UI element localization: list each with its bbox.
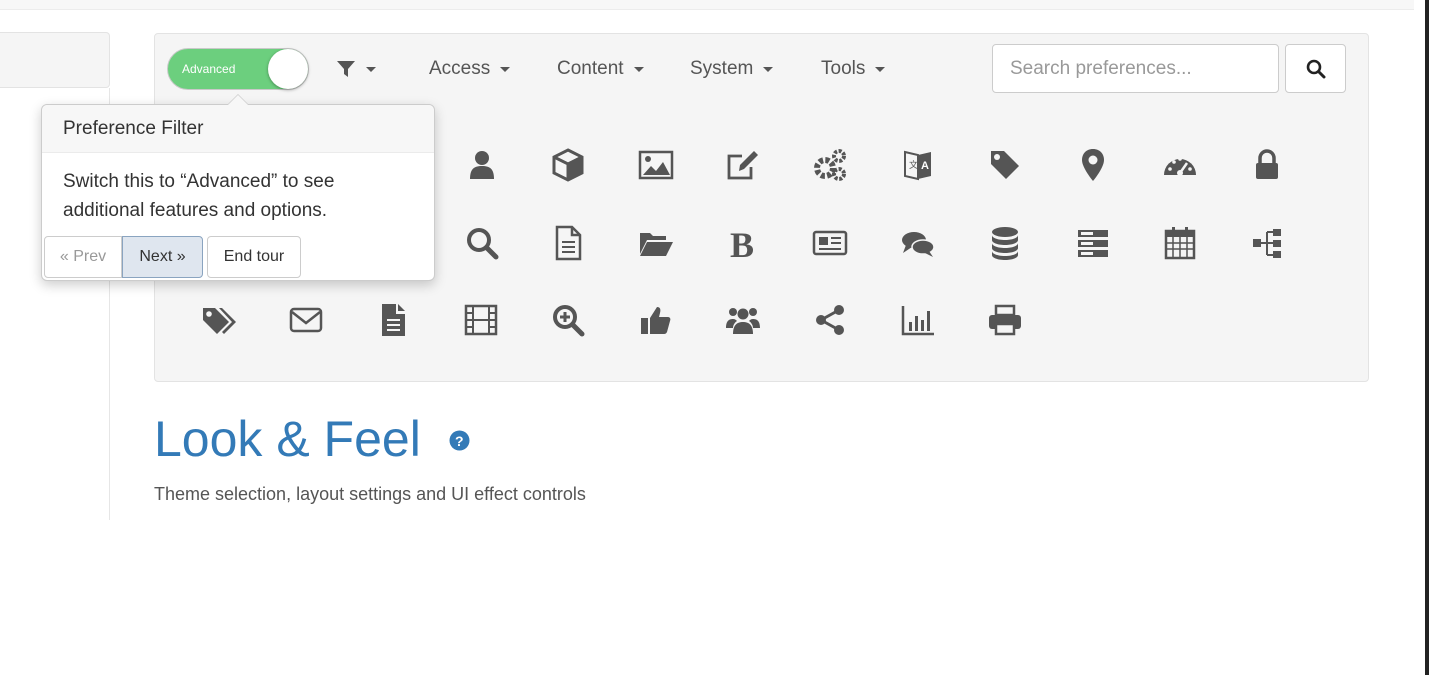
bar-chart-icon[interactable] bbox=[894, 296, 942, 344]
edit-icon[interactable] bbox=[719, 141, 767, 189]
toggle-label: Advanced bbox=[182, 62, 236, 76]
svg-text:?: ? bbox=[455, 433, 464, 449]
search-icon bbox=[1306, 59, 1325, 78]
cube-icon[interactable] bbox=[544, 141, 592, 189]
page-title: Look & Feel bbox=[154, 411, 421, 467]
tag-icon[interactable] bbox=[981, 141, 1029, 189]
popover-title: Preference Filter bbox=[42, 105, 434, 153]
chevron-down-icon bbox=[633, 66, 644, 72]
filter-dropdown[interactable] bbox=[336, 56, 376, 82]
prev-button[interactable]: « Prev bbox=[44, 236, 122, 278]
menu-content-label: Content bbox=[557, 58, 624, 79]
print-icon[interactable] bbox=[981, 296, 1029, 344]
database-icon[interactable] bbox=[981, 219, 1029, 267]
chevron-down-icon bbox=[875, 66, 886, 72]
bold-icon[interactable]: B bbox=[719, 219, 767, 267]
menu-tools-label: Tools bbox=[821, 58, 866, 79]
chevron-down-icon bbox=[763, 66, 774, 72]
share-icon[interactable] bbox=[806, 296, 854, 344]
next-button[interactable]: Next » bbox=[122, 236, 203, 278]
svg-text:B: B bbox=[730, 225, 754, 261]
menu-content[interactable]: Content bbox=[557, 56, 644, 82]
popover-content: Switch this to “Advanced” to see additio… bbox=[63, 171, 335, 221]
map-marker-icon[interactable] bbox=[1069, 141, 1117, 189]
sitemap-icon[interactable] bbox=[1243, 219, 1291, 267]
menu-system-label: System bbox=[690, 58, 754, 79]
tour-popover: Preference Filter Switch this to “Advanc… bbox=[41, 94, 435, 281]
tags-icon[interactable] bbox=[195, 296, 243, 344]
toggle-knob bbox=[268, 49, 308, 89]
filter-icon bbox=[337, 61, 355, 77]
svg-text:A: A bbox=[921, 160, 929, 172]
chevron-down-icon bbox=[366, 66, 376, 72]
thumbs-up-icon[interactable] bbox=[632, 296, 680, 344]
lock-icon[interactable] bbox=[1243, 141, 1291, 189]
envelope-icon[interactable] bbox=[282, 296, 330, 344]
user-icon[interactable] bbox=[458, 141, 506, 189]
menu-tools[interactable]: Tools bbox=[821, 56, 886, 82]
file-icon[interactable] bbox=[369, 296, 417, 344]
menu-access[interactable]: Access bbox=[429, 56, 511, 82]
search-input[interactable] bbox=[992, 44, 1279, 93]
comments-icon[interactable] bbox=[894, 219, 942, 267]
top-bar bbox=[0, 0, 1414, 10]
cogs-icon[interactable] bbox=[806, 141, 854, 189]
folder-open-icon[interactable] bbox=[632, 219, 680, 267]
file-text-icon[interactable] bbox=[544, 219, 592, 267]
translate-icon[interactable]: 文A bbox=[894, 141, 942, 189]
window-edge bbox=[1425, 0, 1429, 675]
left-sidebar-panel bbox=[0, 32, 110, 88]
image-icon[interactable] bbox=[632, 141, 680, 189]
film-icon[interactable] bbox=[457, 296, 505, 344]
end-tour-button[interactable]: End tour bbox=[207, 236, 301, 278]
zoom-in-icon[interactable] bbox=[544, 296, 592, 344]
section-description: Theme selection, layout settings and UI … bbox=[154, 484, 586, 504]
search-button[interactable] bbox=[1285, 44, 1346, 93]
chevron-down-icon bbox=[500, 66, 511, 72]
dashboard-icon[interactable] bbox=[1156, 141, 1204, 189]
advanced-toggle[interactable]: Advanced bbox=[167, 48, 309, 90]
svg-text:文: 文 bbox=[909, 159, 918, 170]
menu-system[interactable]: System bbox=[690, 56, 774, 82]
newspaper-icon[interactable] bbox=[806, 219, 854, 267]
menu-access-label: Access bbox=[429, 58, 491, 79]
calendar-icon[interactable] bbox=[1156, 219, 1204, 267]
users-icon[interactable] bbox=[719, 296, 767, 344]
server-icon[interactable] bbox=[1069, 219, 1117, 267]
search-icon[interactable] bbox=[458, 219, 506, 267]
question-circle-icon[interactable]: ? bbox=[449, 430, 470, 451]
